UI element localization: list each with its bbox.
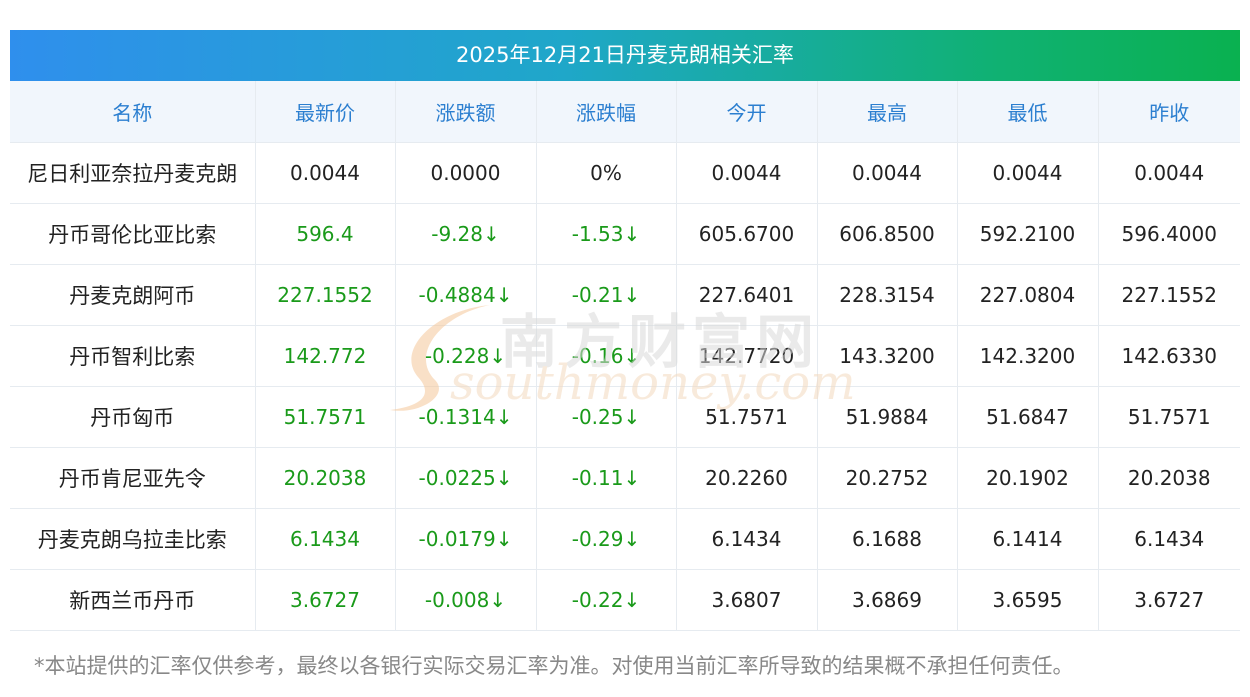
cell-low: 0.0044 — [957, 142, 1099, 204]
cell-prev: 596.4000 — [1098, 203, 1240, 265]
table-title: 2025年12月21日丹麦克朗相关汇率 — [10, 30, 1240, 81]
cell-change: -0.008↓ — [395, 569, 537, 631]
cell-pct: -0.29↓ — [536, 508, 677, 570]
cell-open: 142.7720 — [676, 325, 818, 387]
cell-name: 丹币肯尼亚先令 — [10, 447, 256, 509]
rates-panel: 2025年12月21日丹麦克朗相关汇率 名称 最新价 涨跌额 涨跌幅 今开 最高… — [10, 30, 1240, 631]
cell-prev: 0.0044 — [1098, 142, 1240, 204]
cell-high: 20.2752 — [817, 447, 958, 509]
cell-open: 227.6401 — [676, 264, 818, 326]
col-header-change: 涨跌额 — [395, 81, 537, 143]
cell-open: 605.6700 — [676, 203, 818, 265]
cell-prev: 227.1552 — [1098, 264, 1240, 326]
cell-pct: -0.16↓ — [536, 325, 677, 387]
cell-low: 51.6847 — [957, 386, 1099, 448]
table-row: 丹麦克朗阿币 227.1552 -0.4884↓ -0.21↓ 227.6401 228.… — [10, 264, 1240, 326]
table-row: 尼日利亚奈拉丹麦克朗 0.0044 0.0000 0% 0.0044 0.0044 0.00… — [10, 142, 1240, 204]
cell-change: -0.0225↓ — [395, 447, 537, 509]
table-row: 丹币哥伦比亚比索 596.4 -9.28↓ -1.53↓ 605.6700 606.850… — [10, 203, 1240, 265]
cell-open: 6.1434 — [676, 508, 818, 570]
table-row: 丹麦克朗乌拉圭比索 6.1434 -0.0179↓ -0.29↓ 6.1434 6.168… — [10, 508, 1240, 570]
cell-low: 142.3200 — [957, 325, 1099, 387]
cell-high: 143.3200 — [817, 325, 958, 387]
cell-latest: 0.0044 — [255, 142, 396, 204]
cell-open: 20.2260 — [676, 447, 818, 509]
cell-latest: 596.4 — [255, 203, 396, 265]
cell-high: 3.6869 — [817, 569, 958, 631]
cell-latest: 20.2038 — [255, 447, 396, 509]
col-header-latest: 最新价 — [255, 81, 396, 143]
cell-latest: 6.1434 — [255, 508, 396, 570]
cell-open: 51.7571 — [676, 386, 818, 448]
cell-high: 51.9884 — [817, 386, 958, 448]
cell-prev: 20.2038 — [1098, 447, 1240, 509]
cell-low: 592.2100 — [957, 203, 1099, 265]
cell-change: -9.28↓ — [395, 203, 537, 265]
cell-change: -0.0179↓ — [395, 508, 537, 570]
cell-open: 0.0044 — [676, 142, 818, 204]
table-row: 丹币智利比索 142.772 -0.228↓ -0.16↓ 142.7720 143.32… — [10, 325, 1240, 387]
cell-name: 尼日利亚奈拉丹麦克朗 — [10, 142, 256, 204]
cell-pct: -0.21↓ — [536, 264, 677, 326]
col-header-prev: 昨收 — [1098, 81, 1240, 143]
col-header-high: 最高 — [817, 81, 958, 143]
cell-pct: 0% — [536, 142, 677, 204]
cell-latest: 142.772 — [255, 325, 396, 387]
cell-open: 3.6807 — [676, 569, 818, 631]
cell-prev: 3.6727 — [1098, 569, 1240, 631]
cell-change: 0.0000 — [395, 142, 537, 204]
cell-pct: -0.11↓ — [536, 447, 677, 509]
cell-name: 丹币智利比索 — [10, 325, 256, 387]
cell-change: -0.1314↓ — [395, 386, 537, 448]
cell-name: 新西兰币丹币 — [10, 569, 256, 631]
cell-low: 227.0804 — [957, 264, 1099, 326]
table-row: 丹币匈币 51.7571 -0.1314↓ -0.25↓ 51.7571 51.9884 5… — [10, 386, 1240, 448]
table-row: 新西兰币丹币 3.6727 -0.008↓ -0.22↓ 3.6807 3.6869 3.6… — [10, 569, 1240, 631]
header-row: 名称 最新价 涨跌额 涨跌幅 今开 最高 最低 昨收 — [10, 81, 1240, 143]
cell-high: 228.3154 — [817, 264, 958, 326]
cell-high: 6.1688 — [817, 508, 958, 570]
col-header-pct: 涨跌幅 — [536, 81, 677, 143]
rates-table: 名称 最新价 涨跌额 涨跌幅 今开 最高 最低 昨收 尼日利亚奈拉丹麦克朗 0.0… — [10, 81, 1240, 631]
col-header-open: 今开 — [676, 81, 818, 143]
disclaimer-footnote: *本站提供的汇率仅供参考，最终以各银行实际交易汇率为准。对使用当前汇率所导致的结… — [34, 654, 1074, 678]
cell-high: 606.8500 — [817, 203, 958, 265]
cell-name: 丹麦克朗阿币 — [10, 264, 256, 326]
cell-prev: 142.6330 — [1098, 325, 1240, 387]
cell-low: 6.1414 — [957, 508, 1099, 570]
cell-change: -0.4884↓ — [395, 264, 537, 326]
cell-pct: -1.53↓ — [536, 203, 677, 265]
col-header-low: 最低 — [957, 81, 1099, 143]
cell-prev: 6.1434 — [1098, 508, 1240, 570]
cell-prev: 51.7571 — [1098, 386, 1240, 448]
cell-low: 20.1902 — [957, 447, 1099, 509]
cell-low: 3.6595 — [957, 569, 1099, 631]
cell-latest: 51.7571 — [255, 386, 396, 448]
cell-name: 丹麦克朗乌拉圭比索 — [10, 508, 256, 570]
cell-latest: 227.1552 — [255, 264, 396, 326]
cell-name: 丹币匈币 — [10, 386, 256, 448]
cell-pct: -0.25↓ — [536, 386, 677, 448]
cell-pct: -0.22↓ — [536, 569, 677, 631]
col-header-name: 名称 — [10, 81, 256, 143]
table-row: 丹币肯尼亚先令 20.2038 -0.0225↓ -0.11↓ 20.2260 20.27… — [10, 447, 1240, 509]
cell-name: 丹币哥伦比亚比索 — [10, 203, 256, 265]
cell-change: -0.228↓ — [395, 325, 537, 387]
cell-high: 0.0044 — [817, 142, 958, 204]
cell-latest: 3.6727 — [255, 569, 396, 631]
